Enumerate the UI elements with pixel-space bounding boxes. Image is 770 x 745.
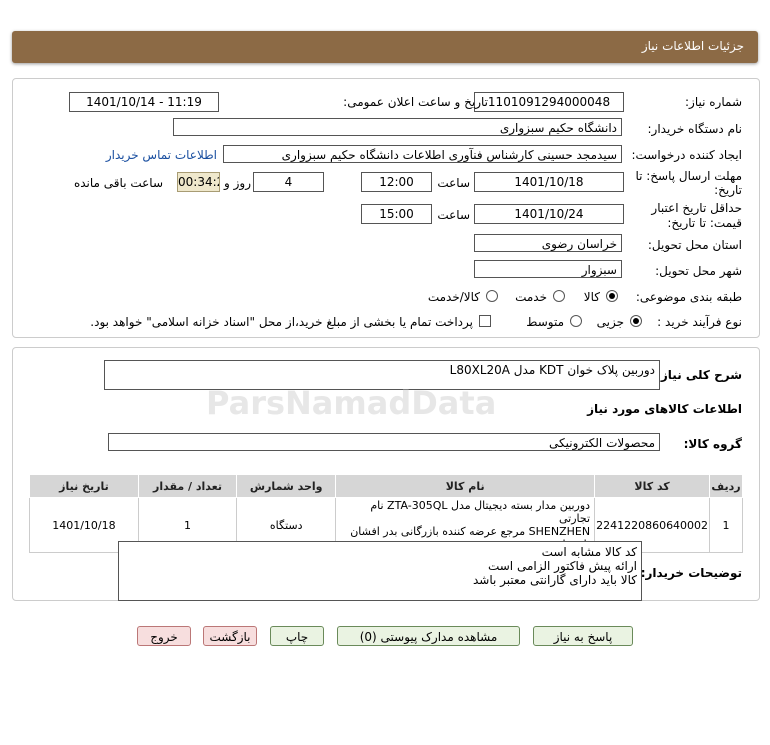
deadline-date-field: 1401/10/18: [474, 172, 624, 192]
page-title: جزئیات اطلاعات نیاز: [641, 39, 744, 53]
validity-time-field: 15:00: [361, 204, 432, 224]
validity-date-field: 1401/10/24: [474, 204, 624, 224]
buyer-org-field: دانشگاه حکیم سبزواری: [173, 118, 622, 136]
announce-field: 1401/10/14 - 11:19: [69, 92, 219, 112]
row-name-line1: دوربین مدار بسته دیجیتال مدل ZTA-305QL ن…: [370, 499, 591, 525]
announce-label: تاریخ و ساعت اعلان عمومی:: [343, 95, 488, 109]
col-code-header: کد کالا: [594, 474, 711, 498]
treasury-payment-note: پرداخت تمام یا بخشی از مبلغ خرید،از محل …: [90, 315, 473, 329]
creator-field: سیدمجد حسینی کارشناس فنآوری اطلاعات دانش…: [223, 145, 622, 163]
validity-label-date: قیمت: تا تاریخ:: [667, 216, 742, 230]
buyer-note-line: کد کالا مشابه است: [541, 545, 637, 559]
goods-group-field: محصولات الکترونیکی: [108, 433, 660, 451]
category-label: طبقه بندی موضوعی:: [635, 290, 742, 304]
province-field: خراسان رضوی: [474, 234, 622, 252]
validity-label: حداقل تاریخ اعتبار: [651, 201, 742, 215]
city-label: شهر محل تحویل:: [655, 264, 742, 278]
deadline-label-date: تاریخ:: [714, 183, 742, 197]
process-radio-minor[interactable]: [630, 315, 642, 327]
col-name-header: نام کالا: [335, 474, 596, 498]
deadline-time-label: ساعت: [437, 176, 470, 190]
remaining-time-label: ساعت باقی مانده: [73, 176, 163, 190]
buyer-notes-box: کد کالا مشابه است ارائه پیش فاکتور الزام…: [118, 541, 642, 601]
creator-label: ایجاد کننده درخواست:: [631, 148, 742, 162]
col-index-header: ردیف: [709, 474, 743, 498]
province-label: استان محل تحویل:: [647, 238, 742, 252]
col-qty-header: تعداد / مقدار: [137, 474, 238, 498]
treasury-payment-checkbox[interactable]: [479, 315, 491, 327]
view-attachments-button[interactable]: مشاهده مدارک پیوستی (0): [337, 626, 520, 646]
process-option-minor: جزیی: [596, 315, 624, 329]
goods-info-title: اطلاعات کالاهای مورد نیاز: [587, 402, 742, 416]
need-number-label: شماره نیاز:: [685, 95, 742, 109]
need-summary-field: دوربین پلاک خوان KDT مدل L80XL20A: [104, 360, 660, 390]
need-summary-label: شرح کلی نیاز:: [656, 368, 742, 382]
print-button[interactable]: چاپ: [270, 626, 324, 646]
category-option-goods-service: کالا/خدمت: [427, 290, 480, 304]
reply-button[interactable]: پاسخ به نیاز: [533, 626, 633, 646]
category-option-goods: کالا: [583, 290, 600, 304]
city-field: سبزوار: [474, 260, 622, 278]
buyer-note-line: ارائه پیش فاکتور الزامی است: [487, 559, 637, 573]
days-field: 4: [253, 172, 324, 192]
category-radio-goods-service[interactable]: [486, 290, 498, 302]
need-number-field: 1101091294000048: [474, 92, 624, 112]
row-index: 1: [709, 497, 743, 553]
category-option-service: خدمت: [515, 290, 547, 304]
remaining-time-field: 00:34:28: [177, 172, 220, 192]
deadline-label: مهلت ارسال پاسخ: تا: [635, 169, 742, 183]
process-option-medium: متوسط: [526, 315, 564, 329]
buyer-contact-link[interactable]: اطلاعات تماس خریدار: [106, 148, 217, 162]
validity-time-label: ساعت: [437, 208, 470, 222]
col-unit-header: واحد شمارش: [236, 474, 337, 498]
category-radio-goods[interactable]: [606, 290, 618, 302]
deadline-time-field: 12:00: [361, 172, 432, 192]
exit-button[interactable]: خروج: [137, 626, 191, 646]
col-date-header: تاریخ نیاز: [29, 474, 139, 498]
buyer-notes-label: توضیحات خریدار:: [640, 566, 742, 580]
process-type-label: نوع فرآیند خرید :: [657, 315, 742, 329]
buyer-note-line: کالا باید دارای گارانتی معتبر باشد: [472, 573, 637, 587]
category-radio-service[interactable]: [553, 290, 565, 302]
buyer-org-label: نام دستگاه خریدار:: [647, 122, 743, 136]
goods-table-header: ردیف کد کالا نام کالا واحد شمارش تعداد /…: [29, 474, 743, 498]
page-header: جزئیات اطلاعات نیاز: [12, 31, 758, 63]
back-button[interactable]: بازگشت: [203, 626, 257, 646]
goods-group-label: گروه کالا:: [683, 437, 742, 451]
days-label: روز و: [224, 176, 251, 190]
process-radio-medium[interactable]: [570, 315, 582, 327]
